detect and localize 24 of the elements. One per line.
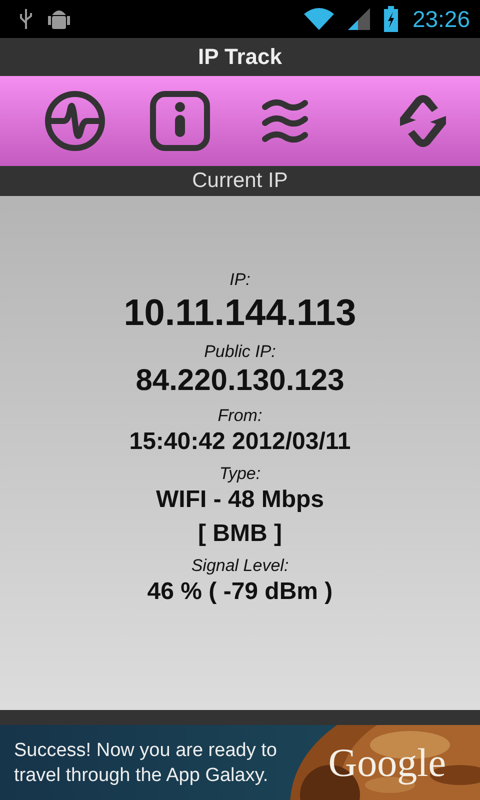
- signal-icon: [348, 8, 370, 30]
- field-label: From:: [218, 406, 262, 426]
- app-title-bar: IP Track: [0, 38, 480, 76]
- pulse-icon[interactable]: [44, 90, 106, 152]
- field-value: [ BMB ]: [198, 520, 282, 548]
- ad-text: Success! Now you are ready to travel through the App Galaxy.: [13, 738, 278, 788]
- status-time: 23:26: [412, 6, 470, 32]
- field-label: IP:: [230, 270, 250, 290]
- waves-icon[interactable]: [260, 97, 308, 145]
- field-value: 84.220.130.123: [136, 364, 344, 398]
- info-icon[interactable]: [150, 91, 210, 151]
- field-value: WIFI - 48 Mbps: [156, 486, 324, 514]
- field-value: 46 % ( -79 dBm ): [147, 578, 333, 606]
- ad-banner[interactable]: Success! Now you are ready to travel through the App Galaxy. Google: [0, 725, 480, 800]
- field-label: Public IP:: [204, 342, 276, 362]
- section-header: Current IP: [0, 166, 480, 196]
- ad-brand: Google: [328, 739, 446, 786]
- field-value: 15:40:42 2012/03/11: [129, 428, 351, 456]
- battery-icon: [384, 6, 398, 32]
- usb-icon: [18, 7, 34, 31]
- wifi-icon: [304, 8, 334, 30]
- field-label: Signal Level:: [191, 556, 289, 576]
- field-label: Type:: [219, 464, 261, 484]
- field-value: 10.11.144.113: [124, 292, 356, 334]
